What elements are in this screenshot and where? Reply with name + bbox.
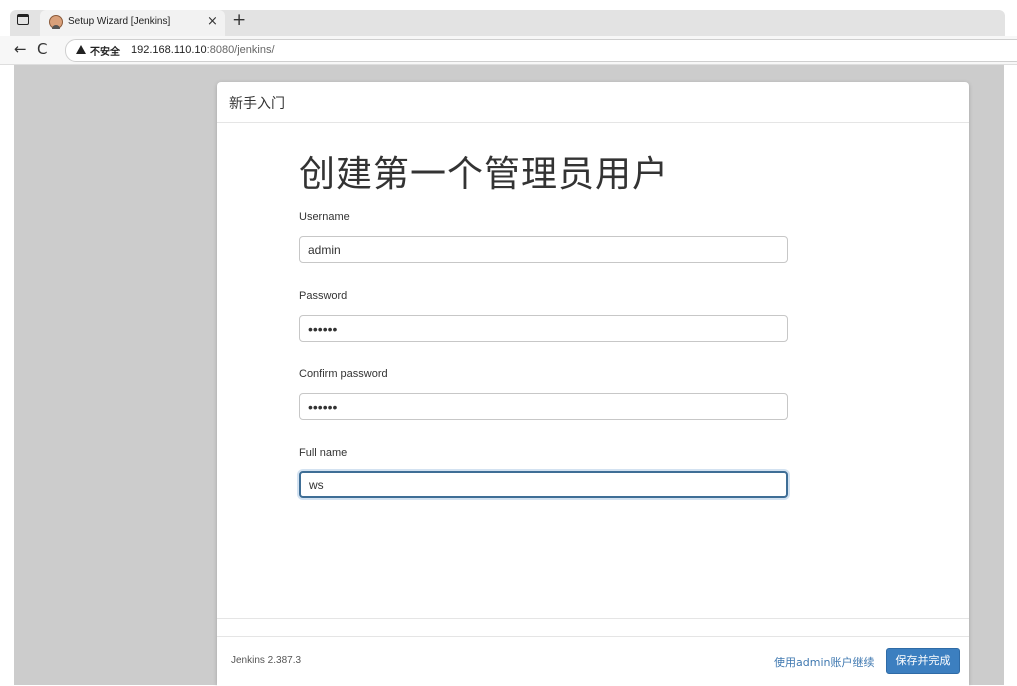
close-tab-icon[interactable]: ×	[207, 15, 218, 29]
url-path: :8080/jenkins/	[206, 44, 275, 56]
tab-title: Setup Wizard [Jenkins]	[68, 16, 171, 27]
dialog-title: 新手入门	[229, 96, 285, 112]
dialog-footer: Jenkins 2.387.3 使用admin账户继续 保存并完成	[217, 636, 969, 686]
sidebar-toggle-icon[interactable]	[17, 14, 29, 25]
security-status-label[interactable]: 不安全	[90, 43, 120, 58]
confirm-password-label: Confirm password	[299, 368, 388, 380]
url-host: 192.168.110.10	[131, 44, 207, 56]
jenkins-favicon-icon	[49, 15, 63, 29]
new-tab-icon[interactable]: +	[232, 11, 246, 29]
password-input[interactable]	[299, 315, 788, 342]
password-label: Password	[299, 290, 348, 302]
save-and-finish-button[interactable]: 保存并完成	[886, 648, 960, 674]
url-omnibox[interactable]: 不安全 192.168.110.10:8080/jenkins/	[65, 39, 1017, 62]
page-heading: 创建第一个管理员用户	[299, 154, 670, 195]
page-backdrop: 新手入门 创建第一个管理员用户 Username Password Confir…	[14, 65, 1004, 686]
dialog-header: 新手入门	[217, 82, 969, 123]
continue-as-admin-link[interactable]: 使用admin账户继续	[774, 654, 874, 670]
full-name-input[interactable]	[299, 471, 788, 498]
username-input[interactable]	[299, 236, 788, 263]
content-divider	[217, 618, 969, 619]
confirm-password-input[interactable]	[299, 393, 788, 420]
url-text[interactable]: 192.168.110.10:8080/jenkins/	[131, 44, 275, 56]
browser-tab[interactable]: Setup Wizard [Jenkins] ×	[40, 10, 225, 36]
back-arrow-icon[interactable]: ←	[14, 40, 27, 58]
browser-tab-bar: Setup Wizard [Jenkins] × +	[0, 0, 1017, 36]
jenkins-version: Jenkins 2.387.3	[231, 655, 302, 666]
setup-wizard-dialog: 新手入门 创建第一个管理员用户 Username Password Confir…	[217, 82, 969, 686]
username-label: Username	[299, 211, 350, 223]
address-bar: ← C 不安全 192.168.110.10:8080/jenkins/	[0, 36, 1017, 65]
warning-triangle-icon[interactable]	[76, 45, 86, 54]
reload-icon[interactable]: C	[37, 40, 47, 58]
full-name-label: Full name	[299, 447, 348, 459]
